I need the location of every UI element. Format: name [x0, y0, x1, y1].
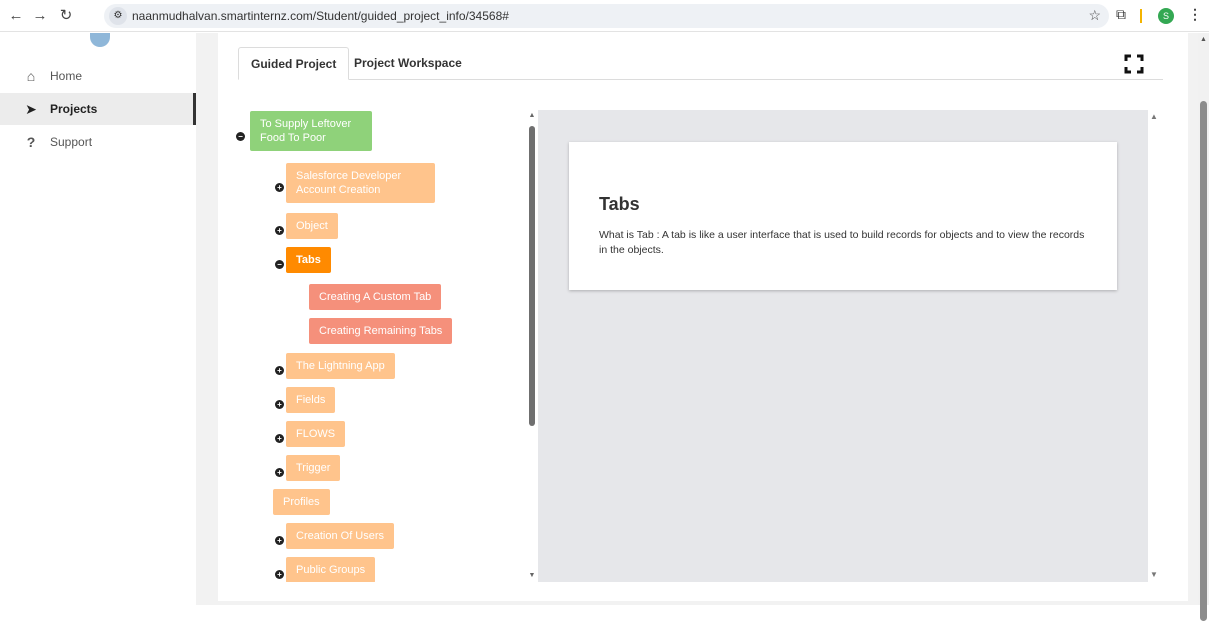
scroll-thumb[interactable] — [1200, 101, 1207, 621]
tree-node[interactable]: Trigger — [286, 455, 341, 481]
tree-node[interactable]: Profiles — [273, 489, 330, 515]
expand-icon[interactable]: + — [275, 536, 284, 545]
tree-node[interactable]: The Lightning App — [286, 353, 395, 379]
tree-scrollbar[interactable]: ▲ ▼ — [528, 112, 536, 582]
question-icon: ? — [26, 134, 36, 150]
paper-plane-icon: ➤ — [25, 101, 37, 117]
expand-icon[interactable]: + — [275, 434, 284, 443]
tree-node[interactable]: Public Groups — [286, 557, 376, 582]
sidebar: ⌂ Home ➤ Projects ? Support — [0, 33, 196, 605]
tab-project-workspace[interactable]: Project Workspace — [342, 47, 474, 80]
expand-icon[interactable]: + — [275, 400, 284, 409]
scroll-down-icon[interactable]: ▼ — [1150, 570, 1158, 579]
expand-icon[interactable]: + — [275, 570, 284, 579]
browser-toolbar: ← → ↻ ⚙ naanmudhalvan.smartinternz.com/S… — [0, 0, 1209, 32]
page-scrollbar[interactable]: ▲ — [1198, 33, 1209, 621]
expand-icon[interactable]: + — [275, 183, 284, 192]
sidebar-item-label: Support — [50, 135, 93, 149]
collapse-icon[interactable]: − — [275, 260, 284, 269]
tree-node-child[interactable]: Creating A Custom Tab — [309, 284, 442, 310]
reload-icon[interactable]: ↻ — [56, 6, 76, 26]
site-info-icon[interactable]: ⚙ — [109, 7, 127, 25]
home-icon: ⌂ — [26, 68, 36, 84]
expand-icon[interactable]: + — [275, 468, 284, 477]
sidebar-item-support[interactable]: ? Support — [0, 126, 196, 158]
star-icon[interactable]: ☆ — [1088, 7, 1101, 24]
expand-icon[interactable]: + — [275, 226, 284, 235]
sidebar-item-label: Projects — [50, 102, 98, 116]
project-tree: − To Supply Leftover Food To Poor + Sale… — [226, 110, 538, 582]
expand-icon[interactable]: + — [275, 366, 284, 375]
forward-icon[interactable]: → — [30, 6, 50, 26]
content-title: Tabs — [599, 194, 640, 214]
sidebar-item-label: Home — [50, 69, 83, 83]
avatar[interactable] — [90, 33, 110, 47]
scroll-up-icon[interactable]: ▲ — [1150, 112, 1158, 121]
tree-node-selected[interactable]: Tabs — [286, 247, 331, 273]
scroll-up-icon[interactable]: ▲ — [1200, 36, 1207, 43]
url-text[interactable]: naanmudhalvan.smartinternz.com/Student/g… — [132, 9, 509, 23]
address-bar[interactable]: ⚙ naanmudhalvan.smartinternz.com/Student… — [104, 4, 1109, 28]
tree-node[interactable]: Object — [286, 213, 338, 239]
collapse-icon[interactable]: − — [236, 132, 245, 141]
content-scrollbar[interactable]: ▲ ▼ — [1150, 112, 1160, 582]
tree-node[interactable]: Creation Of Users — [286, 523, 395, 549]
tree-node[interactable]: Salesforce Developer Account Creation — [286, 163, 435, 203]
tree-node-child[interactable]: Creating Remaining Tabs — [309, 318, 453, 344]
scroll-down-icon[interactable]: ▼ — [528, 572, 536, 579]
tab-guided-project[interactable]: Guided Project — [238, 47, 350, 80]
fullscreen-icon[interactable] — [1124, 54, 1144, 74]
profile-avatar[interactable]: S — [1158, 8, 1174, 24]
tab-bar: Guided Project Project Workspace — [238, 47, 1163, 80]
content-card: Tabs What is Tab : A tab is like a user … — [569, 142, 1117, 290]
menu-icon[interactable]: ⋮ — [1188, 6, 1202, 23]
tree-node[interactable]: Fields — [286, 387, 336, 413]
scroll-thumb[interactable] — [529, 126, 535, 426]
extensions-icon[interactable]: ⧉ — [1116, 6, 1126, 23]
tree-node[interactable]: FLOWS — [286, 421, 346, 447]
content-body: What is Tab : A tab is like a user inter… — [599, 229, 1085, 256]
toolbar-divider — [1140, 9, 1142, 23]
back-icon[interactable]: ← — [6, 6, 26, 26]
tree-node-root[interactable]: To Supply Leftover Food To Poor — [250, 111, 372, 151]
sidebar-item-home[interactable]: ⌂ Home — [0, 60, 196, 92]
sidebar-item-projects[interactable]: ➤ Projects — [0, 93, 196, 125]
scroll-up-icon[interactable]: ▲ — [528, 112, 536, 119]
